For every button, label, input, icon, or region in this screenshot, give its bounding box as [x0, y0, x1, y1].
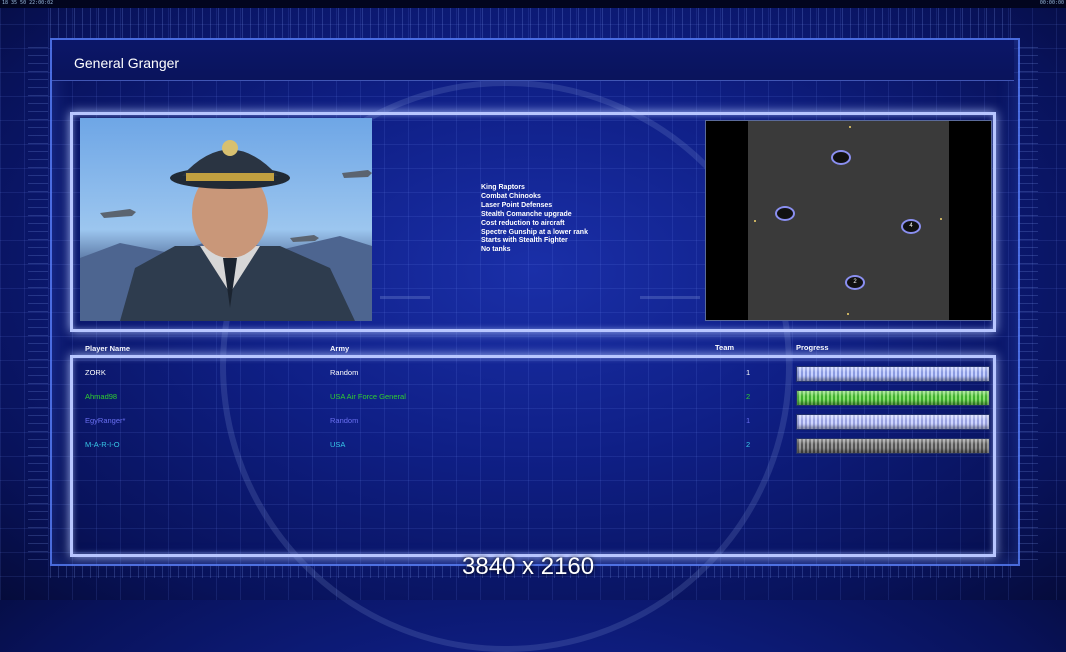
feature-item: Cost reduction to aircraft — [481, 219, 565, 227]
player-row[interactable]: M-A-R-I-O USA 2 — [80, 436, 992, 456]
feature-item: No tanks — [481, 246, 511, 254]
status-right: 00:00:00 — [1039, 0, 1064, 6]
feature-item: Spectre Gunship at a lower rank — [481, 228, 588, 236]
progress-bar — [796, 390, 990, 406]
title-bar — [52, 40, 1014, 81]
progress-fill — [797, 415, 989, 429]
feature-item: Laser Point Defenses — [481, 201, 553, 209]
player-name: M-A-R-I-O — [85, 440, 120, 449]
progress-bar — [796, 414, 990, 430]
minimap-marker — [849, 126, 851, 128]
player-row[interactable]: Ahmad98 USA Air Force General 2 — [80, 388, 992, 408]
start-position-slot[interactable]: 2 — [845, 275, 865, 290]
header-player-name: Player Name — [85, 344, 131, 353]
general-portrait — [80, 118, 372, 321]
player-name: Ahmad98 — [85, 392, 118, 401]
start-position-slot[interactable] — [831, 150, 851, 165]
player-team: 2 — [746, 440, 751, 449]
header-progress: Progress — [796, 343, 829, 352]
player-row[interactable]: EgyRanger* Random 1 — [80, 412, 992, 432]
system-status-bar: 18 35 50 22:00:02 00:00:00 — [0, 0, 1066, 8]
ruler-top — [50, 8, 1016, 38]
player-name: ZORK — [85, 368, 106, 377]
minimap-marker — [847, 313, 849, 315]
player-army: USA Air Force General — [330, 392, 406, 401]
player-army: Random — [330, 368, 359, 377]
player-army: USA — [330, 440, 346, 449]
general-features-list: King Raptors Combat Chinooks Laser Point… — [481, 184, 588, 255]
player-team: 1 — [746, 416, 751, 425]
players-panel — [70, 355, 996, 557]
resolution-label: 3840 x 2160 — [462, 553, 595, 580]
feature-item: King Raptors — [481, 184, 525, 191]
minimap-field: 4 2 — [748, 121, 949, 320]
player-army: Random — [330, 416, 359, 425]
minimap: 4 2 — [705, 120, 992, 321]
header-army: Army — [330, 344, 350, 353]
feature-item: Starts with Stealth Fighter — [481, 237, 568, 245]
player-team: 1 — [746, 368, 751, 377]
player-name: EgyRanger* — [85, 416, 126, 425]
status-left: 18 35 50 22:00:02 — [2, 0, 54, 6]
start-position-slot[interactable]: 4 — [901, 219, 921, 234]
minimap-marker — [754, 220, 756, 222]
player-team: 2 — [746, 392, 751, 401]
progress-fill — [797, 391, 989, 405]
ruler-right — [1018, 40, 1038, 560]
progress-bar — [796, 366, 990, 382]
progress-fill — [797, 367, 989, 381]
header-team: Team — [715, 343, 735, 352]
progress-fill — [797, 439, 989, 453]
start-position-slot[interactable] — [775, 206, 795, 221]
player-row[interactable]: ZORK Random 1 — [80, 364, 992, 384]
general-portrait-image — [80, 140, 372, 321]
ruler-left — [28, 40, 48, 560]
general-title: General Granger — [74, 55, 180, 71]
feature-item: Stealth Comanche upgrade — [481, 210, 572, 218]
progress-bar — [796, 438, 990, 454]
minimap-marker — [940, 218, 942, 220]
feature-item: Combat Chinooks — [481, 192, 541, 200]
